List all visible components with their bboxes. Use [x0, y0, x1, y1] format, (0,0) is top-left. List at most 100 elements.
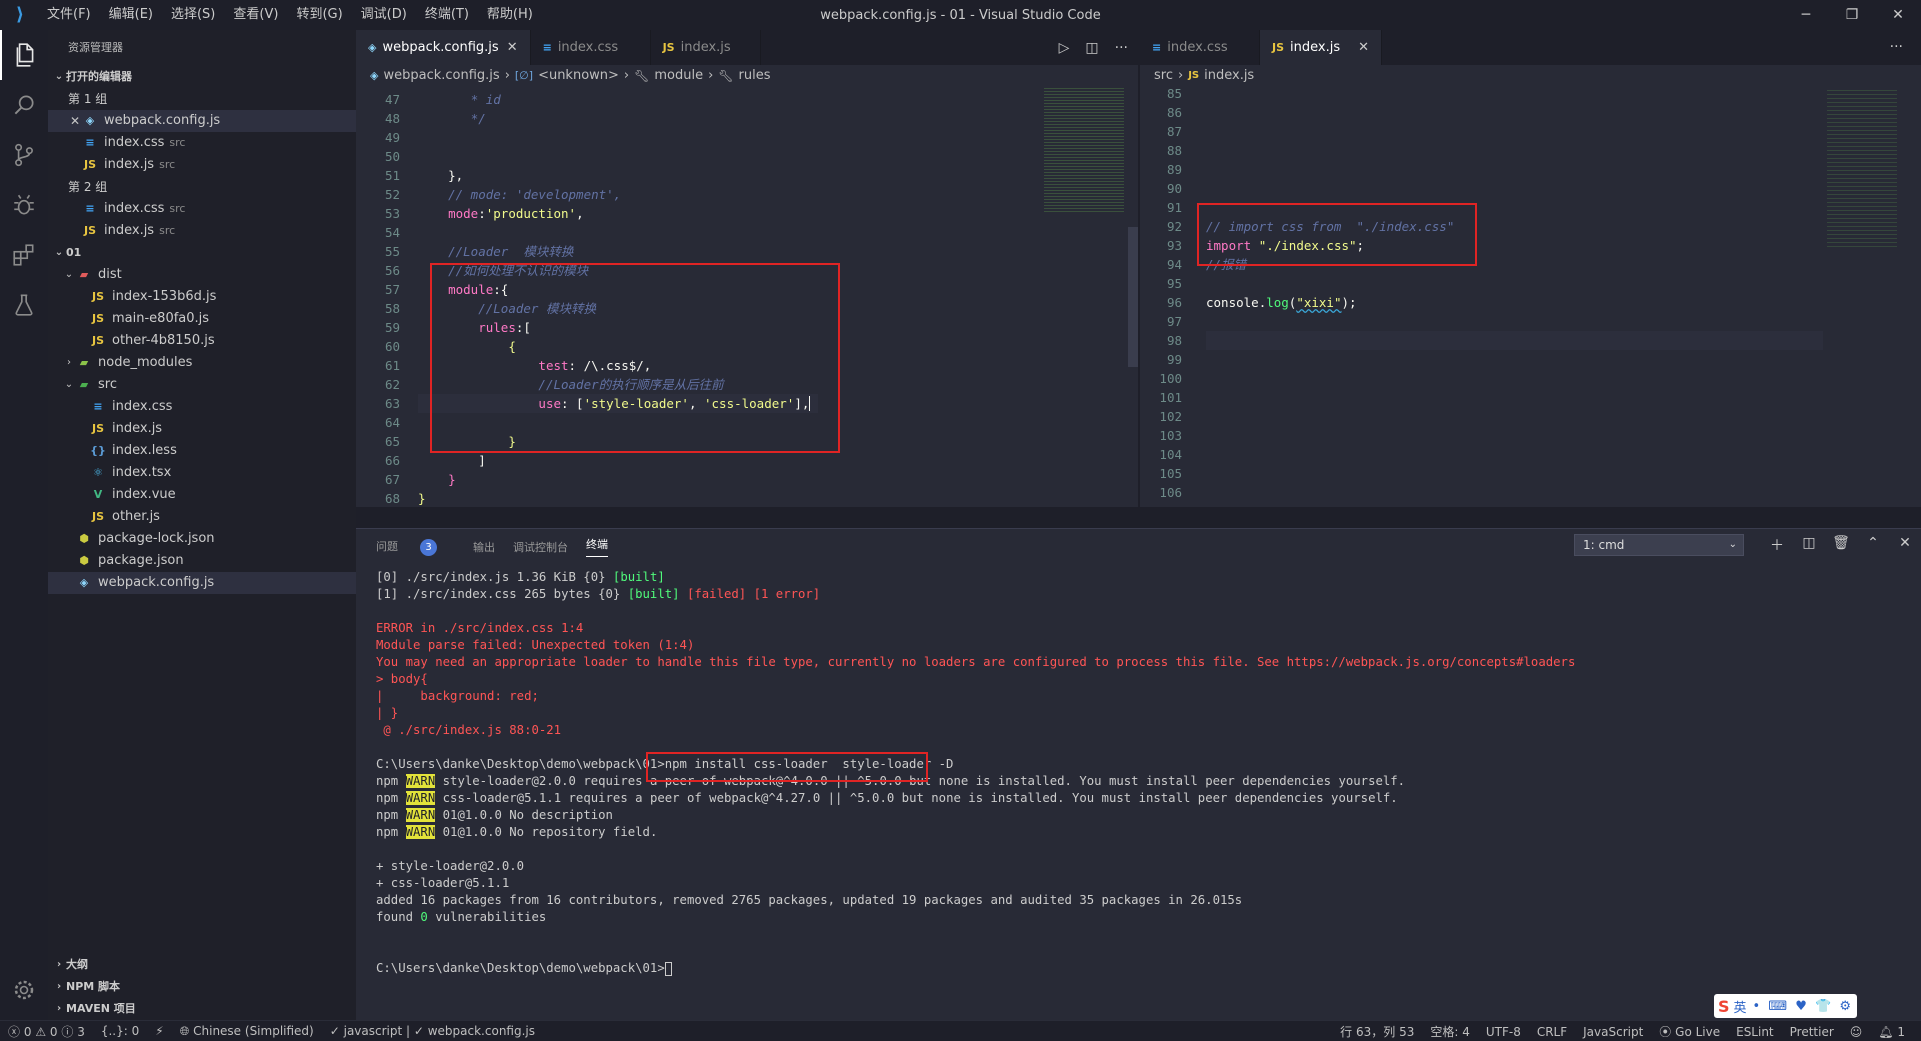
source-control-button[interactable]: [0, 130, 48, 180]
open-editor-item[interactable]: ≡ index.css src: [48, 198, 356, 220]
code-line: */: [418, 109, 818, 128]
menu-selection[interactable]: 选择(S): [162, 0, 224, 30]
maximize-panel-icon[interactable]: ⌃: [1857, 535, 1889, 555]
tree-file[interactable]: ⬢ package.json: [48, 550, 356, 572]
code-editor-right[interactable]: 85 86 87 88 89 90 91 92 93 94 95 96 97 9…: [1140, 87, 1921, 507]
debug-button[interactable]: [0, 180, 48, 230]
trash-icon[interactable]: 🗑︎: [1825, 535, 1857, 555]
language-pack-status[interactable]: 🌐︎ Chinese (Simplified): [172, 1024, 322, 1039]
line-number: 63: [384, 396, 400, 411]
tree-file[interactable]: JS main-e80fa0.js: [48, 308, 356, 330]
chevron-down-icon: ⌄: [1728, 539, 1737, 550]
terminal-select[interactable]: 1: cmd ⌄: [1574, 534, 1744, 556]
tree-file-selected[interactable]: ◈ webpack.config.js: [48, 572, 356, 594]
tab-index-js[interactable]: JS index.js ✕: [1260, 30, 1383, 65]
cursor-position[interactable]: 行 63，列 53: [1332, 1023, 1422, 1040]
tree-folder-node-modules[interactable]: › ▰ node_modules: [48, 352, 356, 374]
indentation-status[interactable]: 空格: 4: [1422, 1023, 1478, 1040]
go-live-button[interactable]: ⦿ Go Live: [1651, 1023, 1728, 1040]
tab-index-js[interactable]: JS index.js: [650, 30, 761, 65]
breadcrumb-item[interactable]: module: [654, 65, 703, 87]
ime-symbols[interactable]: • ⌨ ♥ 👕 ⚙: [1753, 999, 1853, 1014]
scrollbar-thumb[interactable]: [1128, 227, 1138, 367]
more-actions-icon[interactable]: ···: [1115, 40, 1128, 56]
restore-icon[interactable]: ❐: [1829, 0, 1875, 30]
open-editors-section[interactable]: ⌄ 打开的编辑器: [48, 66, 356, 88]
close-tab-icon[interactable]: ✕: [1358, 30, 1369, 65]
tree-file[interactable]: JS other.js: [48, 506, 356, 528]
tab-index-css[interactable]: ≡ index.css: [1140, 30, 1260, 65]
breadcrumb-file[interactable]: index.js: [1204, 65, 1254, 87]
editor-group-2[interactable]: 第 2 组: [48, 176, 356, 198]
menu-debug[interactable]: 调试(D): [352, 0, 416, 30]
tree-file[interactable]: ⚛ index.tsx: [48, 462, 356, 484]
run-icon[interactable]: ▷: [1059, 40, 1070, 56]
close-icon[interactable]: ✕: [68, 110, 82, 132]
maven-section[interactable]: › MAVEN 项目: [48, 998, 356, 1020]
open-editor-item[interactable]: JS index.js src: [48, 154, 356, 176]
open-editor-item[interactable]: ✕ ◈ webpack.config.js: [48, 110, 356, 132]
notifications-status[interactable]: 🔔︎ 1: [1870, 1025, 1913, 1039]
tab-debug-console[interactable]: 调试控制台: [513, 539, 568, 555]
breadcrumb-item[interactable]: <unknown>: [538, 65, 619, 87]
tree-file[interactable]: ≡ index.css: [48, 396, 356, 418]
more-actions-icon[interactable]: ···: [1890, 30, 1903, 65]
plug-icon[interactable]: ⚡: [147, 1024, 171, 1038]
menu-help[interactable]: 帮助(H): [478, 0, 542, 30]
breadcrumb-item[interactable]: rules: [739, 65, 771, 87]
tab-webpack-config[interactable]: ◈ webpack.config.js ✕: [356, 30, 531, 65]
testing-button[interactable]: [0, 280, 48, 330]
menu-file[interactable]: 文件(F): [38, 0, 100, 30]
close-tab-icon[interactable]: ✕: [507, 30, 518, 65]
open-editor-item[interactable]: JS index.js src: [48, 220, 356, 242]
tab-output[interactable]: 输出: [473, 539, 495, 555]
feedback-icon[interactable]: ☺: [1842, 1025, 1871, 1039]
outline-section[interactable]: › 大纲: [48, 954, 356, 976]
braces-status[interactable]: {..}: 0: [93, 1024, 147, 1038]
tree-file[interactable]: JS index-153b6d.js: [48, 286, 356, 308]
prettier-status[interactable]: Prettier: [1782, 1025, 1842, 1039]
split-editor-icon[interactable]: ◫: [1085, 40, 1098, 56]
close-panel-icon[interactable]: ✕: [1889, 535, 1921, 555]
terminal-output[interactable]: [0] ./src/index.js 1.36 KiB {0} [built] …: [376, 569, 1896, 977]
search-button[interactable]: [0, 80, 48, 130]
breadcrumb-file[interactable]: webpack.config.js: [383, 65, 499, 87]
tree-file[interactable]: Vindex.vue: [48, 484, 356, 506]
close-window-icon[interactable]: ✕: [1875, 0, 1921, 30]
tree-file[interactable]: JS other-4b8150.js: [48, 330, 356, 352]
tree-file[interactable]: {} index.less: [48, 440, 356, 462]
npm-scripts-section[interactable]: › NPM 脚本: [48, 976, 356, 998]
tab-terminal[interactable]: 终端: [586, 536, 608, 557]
breadcrumb-folder[interactable]: src: [1154, 65, 1173, 87]
folder-section-01[interactable]: ⌄ 01: [48, 242, 356, 264]
ime-language[interactable]: 英: [1734, 997, 1747, 1016]
eol-status[interactable]: CRLF: [1529, 1025, 1575, 1039]
lint-status[interactable]: ✓ javascript | ✓ webpack.config.js: [322, 1024, 543, 1038]
tree-file[interactable]: ⬢ package-lock.json: [48, 528, 356, 550]
language-mode[interactable]: JavaScript: [1575, 1025, 1651, 1039]
menu-terminal[interactable]: 终端(T): [416, 0, 478, 30]
menu-go[interactable]: 转到(G): [287, 0, 351, 30]
tree-folder-dist[interactable]: ⌄ ▰ dist: [48, 264, 356, 286]
encoding-status[interactable]: UTF-8: [1478, 1025, 1529, 1039]
open-editor-item[interactable]: ≡ index.css src: [48, 132, 356, 154]
tab-problems[interactable]: 问题 3: [376, 538, 455, 556]
tree-file[interactable]: JS index.js: [48, 418, 356, 440]
minimize-icon[interactable]: ─: [1783, 0, 1829, 30]
terminal-line: You may need an appropriate loader to ha…: [376, 655, 1576, 669]
menu-edit[interactable]: 编辑(E): [100, 0, 162, 30]
problems-status[interactable]: ⓧ 0 ⚠ 0 ⓘ 3: [0, 1023, 93, 1040]
extensions-button[interactable]: [0, 230, 48, 280]
menu-view[interactable]: 查看(V): [224, 0, 287, 30]
split-terminal-icon[interactable]: ◫: [1793, 535, 1825, 555]
code-editor-left[interactable]: 47 48 49 50 51 52 53 54 55 56 57 58 59 6…: [356, 87, 1138, 507]
ime-toolbar[interactable]: S 英 • ⌨ ♥ 👕 ⚙: [1714, 994, 1858, 1018]
manage-button[interactable]: [0, 968, 48, 1012]
explorer-button[interactable]: [0, 30, 48, 80]
new-terminal-icon[interactable]: ＋: [1761, 535, 1793, 555]
editor-group-1[interactable]: 第 1 组: [48, 88, 356, 110]
tree-folder-src[interactable]: ⌄ ▰ src: [48, 374, 356, 396]
js-file-icon: JS: [1272, 41, 1285, 54]
eslint-status[interactable]: ESLint: [1728, 1025, 1782, 1039]
tab-index-css[interactable]: ≡ index.css: [530, 30, 651, 65]
